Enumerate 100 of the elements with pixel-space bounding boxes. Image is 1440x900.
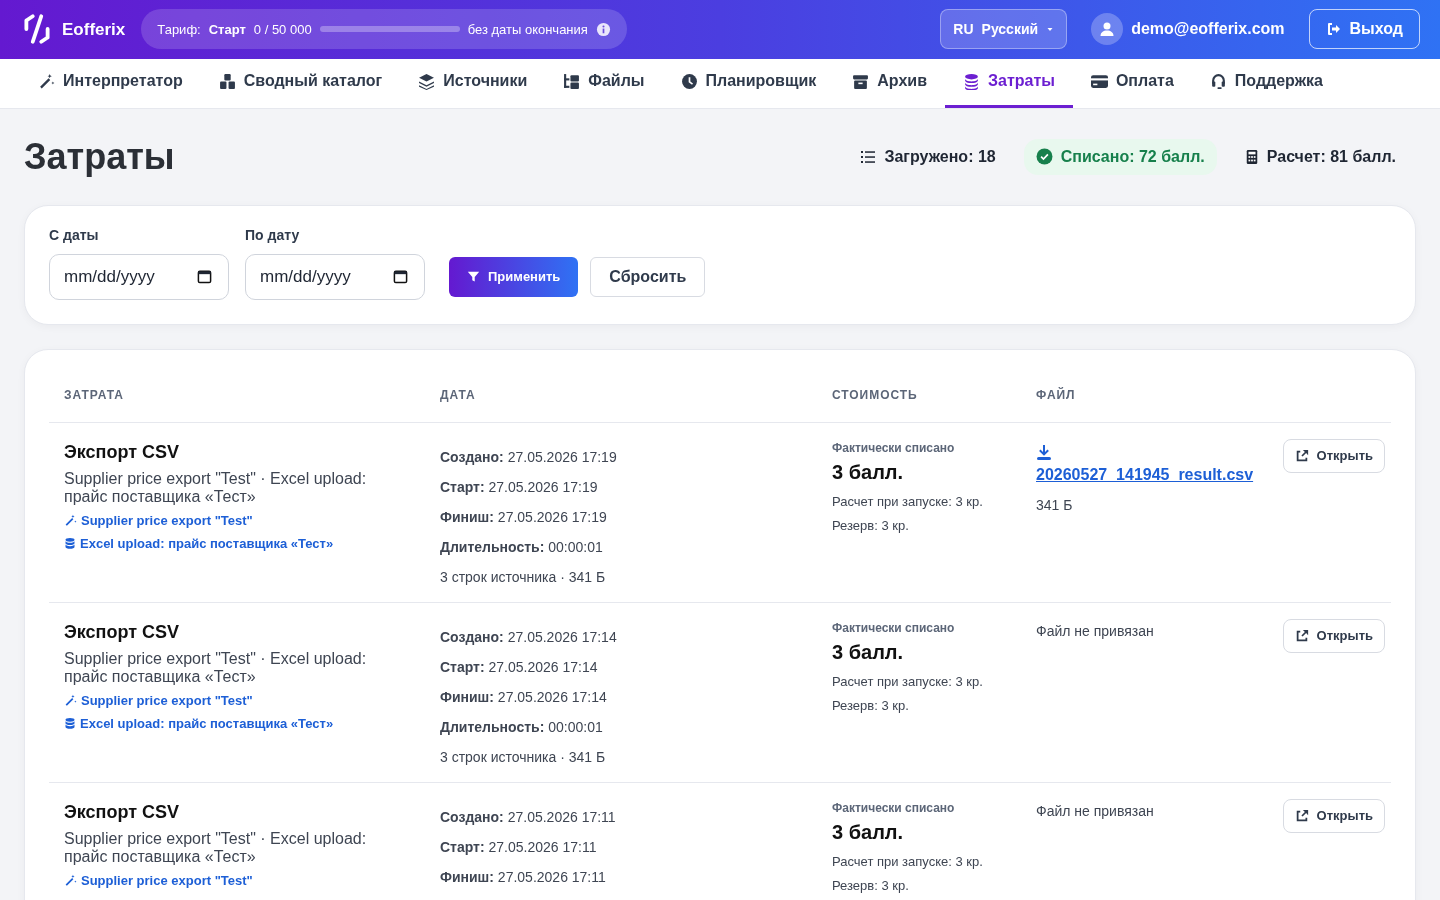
nav-tab[interactable]: Интерпретатор [20, 57, 201, 108]
database-icon [64, 717, 76, 731]
date-line: Создано: 27.05.2026 17:14 [440, 627, 618, 647]
plan-expiry: без даты окончания [467, 20, 588, 39]
plan-name: Старт [208, 20, 246, 39]
database-icon [64, 537, 76, 551]
column-header: ЗАТРАТА [63, 386, 125, 404]
headset-icon [1209, 72, 1227, 90]
date-line: Создано: 27.05.2026 17:19 [440, 447, 618, 467]
nav-tab[interactable]: Поддержка [1191, 57, 1341, 108]
coins-icon [963, 72, 980, 90]
wand-icon [38, 72, 55, 90]
date-line: Длительность: 00:00:01 [440, 537, 604, 557]
cost-label: Фактически списано [832, 799, 956, 817]
filter-icon [467, 270, 480, 284]
cost-note: Расчет при запуске: 3 кр. [832, 492, 984, 511]
external-link-icon [1294, 628, 1309, 643]
field-label: С даты [49, 225, 100, 245]
date-field[interactable]: mm/dd/yyyy [49, 253, 229, 300]
language-dropdown[interactable]: RU Русский [940, 9, 1068, 50]
nav-tab[interactable]: Оплата [1072, 57, 1192, 108]
cost-value: 3 балл. [832, 819, 905, 845]
logout-button[interactable]: Выход [1308, 9, 1420, 50]
record-link[interactable]: Supplier price export "Test" [64, 690, 253, 711]
plan-label: Тариф: [157, 20, 201, 39]
archive-icon [852, 72, 870, 90]
wand-icon [64, 873, 77, 887]
nav-tab[interactable]: Файлы [545, 57, 663, 108]
apply-button[interactable]: Применить [449, 256, 579, 297]
folder-tree-icon [563, 72, 581, 90]
wand-icon [64, 513, 77, 527]
external-link-icon [1294, 448, 1309, 463]
field-label: По дату [245, 225, 301, 245]
logout-icon [1325, 21, 1342, 38]
page-title: Затраты [24, 135, 175, 179]
external-link-icon [1294, 808, 1309, 823]
check-circle-icon [1035, 148, 1053, 166]
row-summary: 3 строк источника · 341 Б [440, 747, 607, 767]
brand-name: Eofferix [62, 18, 126, 41]
cost-value: 3 балл. [832, 459, 905, 485]
cost-label: Фактически списано [832, 439, 956, 457]
row-title: Экспорт CSV [64, 440, 180, 464]
cost-note: Резерв: 3 кр. [832, 697, 910, 716]
nav-tab[interactable]: Затраты [945, 57, 1073, 108]
credit-card-icon [1090, 72, 1108, 90]
file-link[interactable]: 20260527_141945_result.csv [1036, 462, 1254, 487]
open-button[interactable]: Открыть [1282, 798, 1385, 833]
date-line: Финиш: 27.05.2026 17:19 [440, 507, 608, 527]
avatar-icon [1091, 13, 1124, 46]
download-icon [1036, 443, 1052, 460]
date-line: Финиш: 27.05.2026 17:11 [440, 867, 607, 887]
nav-tab[interactable]: Источники [400, 57, 546, 108]
nav-tab[interactable]: Сводный каталог [200, 57, 401, 108]
column-header: ФАЙЛ [1035, 386, 1077, 404]
layers-icon [418, 72, 436, 90]
row-description: Supplier price export "Test" · Excel upload: прайс поставщика «Тест» [64, 469, 368, 507]
date-field[interactable]: mm/dd/yyyy [245, 253, 425, 300]
date-line: Создано: 27.05.2026 17:11 [440, 807, 617, 827]
status-chip: Списано: 72 балл. [1023, 138, 1217, 175]
cost-note: Резерв: 3 кр. [832, 517, 910, 536]
column-header: ДАТА [439, 386, 477, 404]
reset-button[interactable]: Сбросить [590, 256, 706, 297]
plan-usage: 0 / 50 000 [253, 20, 312, 39]
open-button[interactable]: Открыть [1282, 438, 1385, 473]
nav-tab[interactable]: Планировщик [662, 57, 835, 108]
info-icon [595, 21, 611, 37]
row-title: Экспорт CSV [64, 800, 180, 824]
record-link[interactable]: Excel upload: прайс поставщика «Тест» [64, 534, 334, 554]
date-line: Финиш: 27.05.2026 17:14 [440, 687, 608, 707]
row-summary: 3 строк источника · 341 Б [440, 567, 607, 587]
cost-note: Расчет при запуске: 3 кр. [832, 672, 984, 691]
cost-note: Расчет при запуске: 3 кр. [832, 852, 984, 871]
open-button[interactable]: Открыть [1282, 618, 1385, 653]
file-status: Файл не привязан [1036, 621, 1154, 641]
date-line: Длительность: 00:00:01 [440, 717, 604, 737]
record-link[interactable]: Supplier price export "Test" [64, 870, 253, 891]
wand-icon [64, 693, 77, 707]
clock-icon [680, 72, 698, 90]
cost-note: Резерв: 3 кр. [832, 877, 910, 896]
stat-text: Расчет: 81 балл. [1266, 146, 1396, 167]
record-link[interactable]: Supplier price export "Test" [64, 510, 253, 531]
row-description: Supplier price export "Test" · Excel upload: прайс поставщика «Тест» [64, 649, 368, 687]
record-link[interactable]: Excel upload: прайс поставщика «Тест» [64, 714, 334, 734]
cost-label: Фактически списано [832, 619, 956, 637]
calendar-icon [393, 268, 408, 284]
date-line: Старт: 27.05.2026 17:14 [440, 657, 599, 677]
calculator-icon [1244, 148, 1259, 165]
nav-tab[interactable]: Архив [834, 57, 945, 108]
list-icon [860, 148, 877, 165]
file-status: Файл не привязан [1036, 801, 1154, 821]
calendar-icon [197, 268, 212, 284]
boxes-icon [218, 72, 236, 90]
date-line: Старт: 27.05.2026 17:11 [440, 837, 598, 857]
column-header: СТОИМОСТЬ [831, 386, 919, 404]
file-size: 341 Б [1036, 495, 1073, 515]
user-email: demo@eofferix.com [1131, 19, 1285, 40]
stat-text: Загружено: 18 [884, 146, 996, 167]
row-description: Supplier price export "Test" · Excel upload: прайс поставщика «Тест» [64, 829, 368, 867]
date-line: Старт: 27.05.2026 17:19 [440, 477, 599, 497]
cost-value: 3 балл. [832, 639, 905, 665]
